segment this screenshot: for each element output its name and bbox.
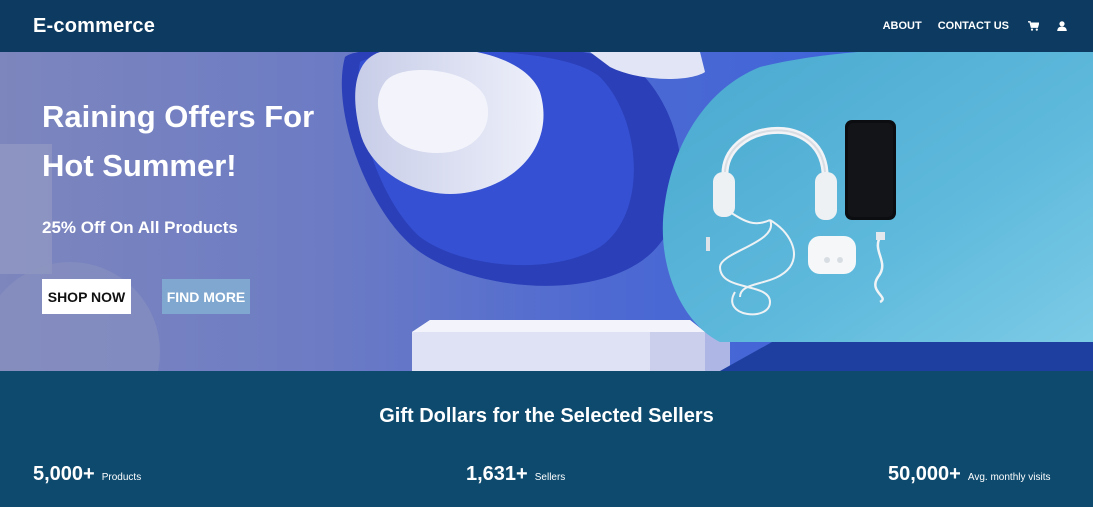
- stat-products: 5,000+ Products: [33, 463, 141, 486]
- stats-title: Gift Dollars for the Selected Sellers: [379, 405, 714, 427]
- stat-label: Avg. monthly visits: [967, 472, 1051, 483]
- nav-menu: ABOUT CONTACT US: [883, 20, 1067, 32]
- hero-title: Raining Offers For Hot Summer!: [42, 92, 362, 190]
- navbar: E-commerce ABOUT CONTACT US: [0, 0, 1093, 52]
- stats-section: Gift Dollars for the Selected Sellers 5,…: [0, 371, 1093, 507]
- brand-logo[interactable]: E-commerce: [33, 15, 155, 38]
- nav-link-about[interactable]: ABOUT: [883, 20, 922, 32]
- hero-subtitle: 25% Off On All Products: [42, 218, 238, 237]
- stat-value: 5,000+: [33, 463, 95, 485]
- hero-title-line-1: Raining Offers For: [42, 99, 315, 134]
- shop-now-button[interactable]: SHOP NOW: [42, 279, 131, 314]
- stat-sellers: 1,631+ Sellers: [466, 463, 565, 486]
- find-more-button[interactable]: FIND MORE: [162, 279, 250, 314]
- cart-icon[interactable]: [1028, 21, 1039, 31]
- stat-label: Products: [101, 472, 142, 483]
- user-icon[interactable]: [1057, 21, 1067, 31]
- stat-value: 1,631+: [466, 463, 528, 485]
- hero-banner: Raining Offers For Hot Summer! 25% Off O…: [0, 52, 1093, 371]
- stat-visits: 50,000+ Avg. monthly visits: [888, 463, 1050, 486]
- nav-link-contact[interactable]: CONTACT US: [938, 20, 1009, 32]
- hero-title-line-2: Hot Summer!: [42, 148, 237, 183]
- stat-label: Sellers: [534, 472, 566, 483]
- stat-value: 50,000+: [888, 463, 961, 485]
